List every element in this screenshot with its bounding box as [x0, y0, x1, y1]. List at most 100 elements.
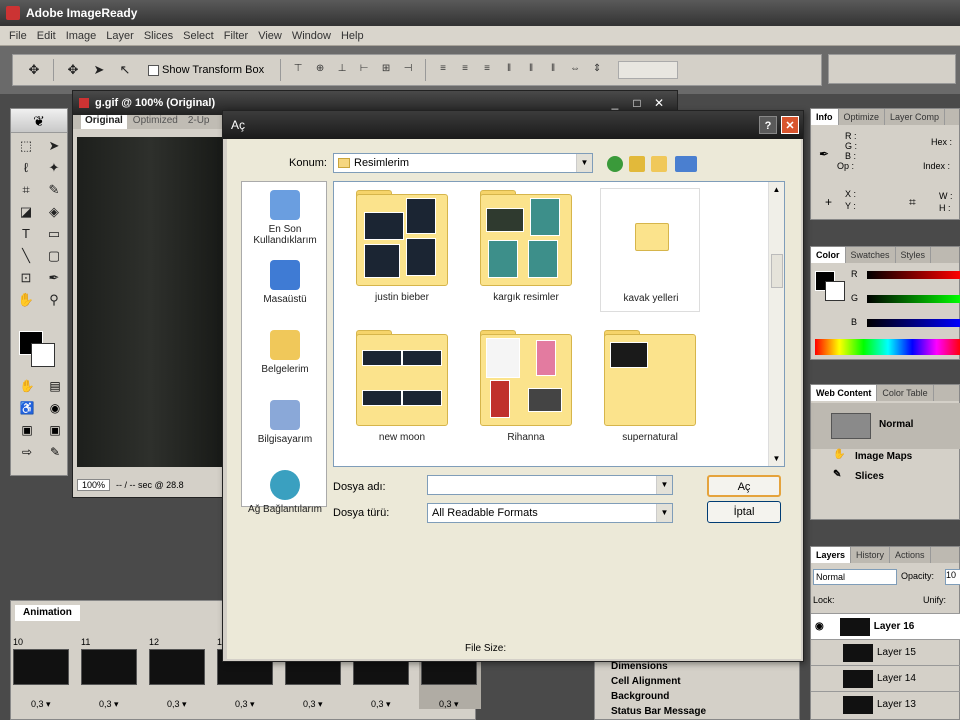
eye-icon[interactable]: ◉	[815, 621, 824, 632]
image-maps-label[interactable]: Image Maps	[855, 451, 912, 462]
tab-color-table[interactable]: Color Table	[877, 385, 934, 401]
opacity-input[interactable]: 10	[945, 569, 960, 585]
document-canvas[interactable]	[77, 137, 223, 467]
tab-2up[interactable]: 2-Up	[184, 115, 214, 129]
frame-delay[interactable]: 0,3 ▾	[303, 699, 323, 710]
color-b-slider[interactable]	[867, 319, 960, 327]
status-bar-message-section[interactable]: Status Bar Message	[595, 704, 799, 719]
chevron-down-icon[interactable]: ▼	[576, 154, 592, 172]
scroll-up-icon[interactable]: ▲	[769, 182, 784, 197]
tab-layers[interactable]: Layers	[811, 547, 852, 563]
lasso-tool-icon[interactable]: ℓ	[14, 158, 38, 178]
tab-color[interactable]: Color	[811, 247, 846, 263]
hand-tool-icon[interactable]: ✋	[14, 290, 38, 310]
tab-history[interactable]: History	[851, 547, 891, 563]
minimize-icon[interactable]: _	[607, 95, 623, 111]
frame-delay[interactable]: 0,3 ▾	[371, 699, 391, 710]
help-button[interactable]: ?	[759, 116, 777, 134]
crop-alt-tool-icon[interactable]: ⊡	[14, 268, 38, 288]
move-tool-alt-icon[interactable]: ✥	[62, 60, 84, 80]
tab-actions[interactable]: Actions	[890, 547, 931, 563]
menu-filter[interactable]: Filter	[219, 30, 253, 42]
menu-select[interactable]: Select	[178, 30, 219, 42]
menu-file[interactable]: File	[4, 30, 32, 42]
rollover-icon[interactable]: ✋	[15, 379, 39, 397]
menu-image[interactable]: Image	[61, 30, 102, 42]
distribute-left-icon[interactable]: ‖	[500, 63, 518, 77]
places-desktop[interactable]: Masaüstü	[242, 260, 328, 305]
tab-animation[interactable]: Animation	[15, 605, 80, 621]
frame-delay[interactable]: 0,3 ▾	[167, 699, 187, 710]
up-folder-icon[interactable]	[629, 156, 645, 172]
animation-frame[interactable]: 10 0,3 ▾	[11, 637, 73, 709]
distribute-right-icon[interactable]: ‖	[544, 63, 562, 77]
slice-tool-icon[interactable]: ✎	[42, 180, 66, 200]
move-tool-icon[interactable]: ✥	[23, 60, 45, 80]
background-section[interactable]: Background	[595, 689, 799, 704]
folder-item[interactable]: kavak yelleri	[600, 188, 700, 312]
show-transform-box-checkbox[interactable]: Show Transform Box	[148, 64, 264, 76]
scroll-thumb[interactable]	[771, 254, 783, 288]
options-dropdown[interactable]	[618, 61, 679, 79]
line-tool-icon[interactable]: ╲	[14, 246, 38, 266]
zoom-level-select[interactable]: 100%	[77, 479, 111, 491]
frame-delay[interactable]: 0,3 ▾	[439, 699, 459, 710]
folder-item[interactable]: supernatural	[600, 328, 700, 452]
tab-info[interactable]: Info	[811, 109, 839, 125]
align-left-icon[interactable]: ⊢	[355, 63, 373, 77]
toggle-slices-icon[interactable]: ♿	[15, 401, 39, 419]
screen-mode-icon[interactable]: ▣	[15, 423, 39, 441]
layer-row[interactable]: Layer 14	[811, 665, 960, 691]
image-map-icon[interactable]: ▤	[43, 379, 67, 397]
animation-frame[interactable]: 12 0,3 ▾	[147, 637, 209, 709]
crop-tool-icon[interactable]: ⌗	[14, 180, 38, 200]
open-button[interactable]: Aç	[707, 475, 781, 497]
tab-web-content[interactable]: Web Content	[811, 385, 878, 401]
color-g-slider[interactable]	[867, 295, 960, 303]
arrow-direct-icon[interactable]: ↖	[114, 60, 136, 80]
menu-slices[interactable]: Slices	[139, 30, 178, 42]
menu-layer[interactable]: Layer	[101, 30, 139, 42]
back-icon[interactable]	[607, 156, 623, 172]
new-folder-icon[interactable]	[651, 156, 667, 172]
menu-edit[interactable]: Edit	[32, 30, 61, 42]
dialog-close-button[interactable]: ✕	[781, 116, 799, 134]
places-recent[interactable]: En Son Kullandıklarım	[242, 190, 328, 246]
distribute-spacing-icon[interactable]: ⇔	[566, 63, 584, 77]
align-right-icon[interactable]: ⊣	[399, 63, 417, 77]
frame-delay[interactable]: 0,3 ▾	[235, 699, 255, 710]
menu-view[interactable]: View	[253, 30, 287, 42]
frame-delay[interactable]: 0,3 ▾	[31, 699, 51, 710]
cell-alignment-section[interactable]: Cell Alignment	[595, 674, 799, 689]
distribute-bottom-icon[interactable]: ≡	[478, 63, 496, 77]
rectangle-tool-icon[interactable]: ▭	[42, 224, 66, 244]
filename-input[interactable]: ▼	[427, 475, 673, 495]
folder-item[interactable]: justin bieber	[352, 188, 452, 312]
tab-optimize[interactable]: Optimize	[839, 109, 886, 125]
type-tool-icon[interactable]: T	[14, 224, 38, 244]
align-vcenter-icon[interactable]: ⊕	[311, 63, 329, 77]
maximize-icon[interactable]: □	[629, 95, 645, 111]
tab-swatches[interactable]: Swatches	[846, 247, 896, 263]
animation-frame[interactable]: 11 0,3 ▾	[79, 637, 141, 709]
align-top-icon[interactable]: ⊤	[289, 63, 307, 77]
folder-item[interactable]: new moon	[352, 328, 452, 452]
distribute-spacing-v-icon[interactable]: ⇕	[588, 63, 606, 77]
distribute-hcenter-icon[interactable]: ‖	[522, 63, 540, 77]
places-my-computer[interactable]: Bilgisayarım	[242, 400, 328, 445]
zoom-tool-icon[interactable]: ⚲	[42, 290, 66, 310]
slices-label[interactable]: Slices	[855, 471, 884, 482]
eyedropper-tool-icon[interactable]: ✒	[42, 268, 66, 288]
color-bg-swatch[interactable]	[825, 281, 845, 301]
layer-row[interactable]: Layer 13	[811, 691, 960, 717]
tab-layer-comps[interactable]: Layer Comp	[885, 109, 946, 125]
view-menu-icon[interactable]	[675, 156, 697, 172]
rounded-rect-tool-icon[interactable]: ▢	[42, 246, 66, 266]
places-my-documents[interactable]: Belgelerim	[242, 330, 328, 375]
tab-styles[interactable]: Styles	[896, 247, 932, 263]
marquee-tool-icon[interactable]: ⬚	[14, 136, 38, 156]
paint-bucket-tool-icon[interactable]: ◈	[42, 202, 66, 222]
frame-delay[interactable]: 0,3 ▾	[99, 699, 119, 710]
menu-help[interactable]: Help	[336, 30, 369, 42]
tab-optimized[interactable]: Optimized	[129, 115, 182, 129]
